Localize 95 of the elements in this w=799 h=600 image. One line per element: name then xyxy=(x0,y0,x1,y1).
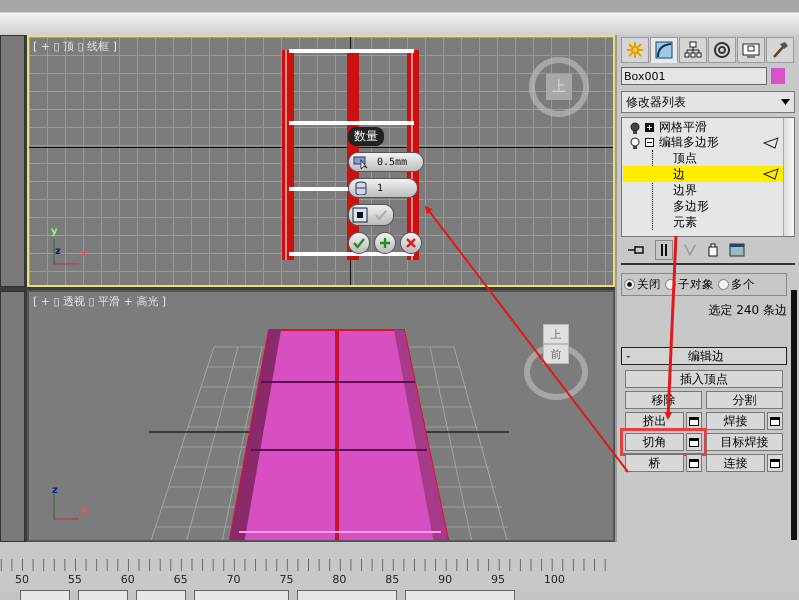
settings-button[interactable] xyxy=(767,412,783,430)
radio-option[interactable]: 子对象 xyxy=(665,277,714,292)
frame-number: 55 xyxy=(68,573,82,586)
frame-number: 90 xyxy=(438,573,452,586)
pin-icon[interactable] xyxy=(627,243,645,257)
triangle-icon xyxy=(763,136,779,148)
axis-label: y xyxy=(51,227,58,237)
spinner-field[interactable]: 1 xyxy=(348,178,418,198)
subobject-item[interactable]: 多边形 xyxy=(653,198,783,214)
hierarchy-icon xyxy=(684,41,702,59)
frame-number: 95 xyxy=(491,573,506,586)
panel-tab[interactable] xyxy=(766,37,794,63)
frame-number: 80 xyxy=(332,573,346,586)
stack-item[interactable]: 网格平滑 xyxy=(622,120,783,135)
panel-tab[interactable] xyxy=(737,37,765,63)
subobject-item[interactable]: 边界 xyxy=(653,182,783,198)
stack-item[interactable]: 编辑多边形 xyxy=(622,135,783,150)
bars-icon[interactable] xyxy=(659,243,669,257)
tool-button[interactable]: 插入顶点 xyxy=(625,370,783,388)
window-icon xyxy=(770,416,780,426)
coordinate-field[interactable] xyxy=(20,590,70,600)
scrollbar[interactable] xyxy=(791,290,797,540)
target-icon xyxy=(713,41,731,59)
collapse-icon xyxy=(645,138,654,147)
tool-button[interactable]: 桥 xyxy=(625,454,684,472)
caddy-title: 数量 xyxy=(348,127,384,146)
bin-icon[interactable] xyxy=(707,243,719,257)
radio-option[interactable]: 关闭 xyxy=(624,277,661,292)
cancel-button[interactable] xyxy=(400,232,422,254)
cube-face[interactable]: 前 xyxy=(543,344,569,364)
coordinate-field[interactable] xyxy=(136,590,186,600)
axis-label: z xyxy=(55,247,61,257)
axis-label: z xyxy=(52,486,58,496)
grid-icon xyxy=(352,207,368,223)
subobject-item[interactable]: 边 xyxy=(623,166,783,182)
lightbulb-icon xyxy=(630,122,640,134)
subobject-item[interactable]: 元素 xyxy=(653,214,783,230)
settings-button[interactable] xyxy=(686,454,702,472)
scrollbar[interactable] xyxy=(783,118,794,236)
window-icon xyxy=(689,458,699,468)
frame-number: 65 xyxy=(174,573,188,586)
settings-button[interactable] xyxy=(686,433,702,451)
frame-number: 75 xyxy=(279,573,294,586)
key-mode-field[interactable] xyxy=(297,590,397,600)
axis-label: x xyxy=(81,249,88,259)
rollout-header[interactable]: - 编辑边 xyxy=(621,347,787,365)
settings-button[interactable] xyxy=(767,454,783,472)
close-icon xyxy=(405,237,417,249)
sun-icon xyxy=(626,41,644,59)
frame-number: 100 xyxy=(544,573,565,586)
triangle-icon xyxy=(763,168,779,180)
caret-icon xyxy=(781,99,790,105)
check-icon xyxy=(353,237,365,249)
cylinder-icon xyxy=(353,181,369,195)
spinner-field[interactable]: 0.5mm xyxy=(348,152,424,172)
frame-number: 85 xyxy=(385,573,400,586)
modifier-list-dropdown[interactable]: 修改器列表 xyxy=(621,91,795,113)
axis-label: x xyxy=(81,506,88,516)
configure-icon[interactable] xyxy=(729,243,745,257)
lightbulb-icon xyxy=(630,136,640,148)
option-toggle[interactable] xyxy=(348,204,394,226)
coordinate-field[interactable] xyxy=(78,590,128,600)
axis-tripod-icon xyxy=(51,492,81,522)
panel-tab[interactable] xyxy=(679,37,707,63)
curve-icon xyxy=(655,41,673,59)
frame-number: 70 xyxy=(226,573,241,586)
time-ruler[interactable]: 50 55 60 65 70 75 80 85 90 95 100 xyxy=(0,542,615,590)
check-icon xyxy=(374,209,388,221)
bevel-icon xyxy=(353,155,369,169)
object-name-field[interactable]: Box001 xyxy=(621,67,767,85)
tool-button[interactable]: 焊接 xyxy=(706,412,765,430)
selection-dropdown[interactable] xyxy=(405,590,515,600)
frame-number: 50 xyxy=(15,573,29,586)
window-icon xyxy=(689,416,699,426)
frame-number: 60 xyxy=(120,573,135,586)
window-icon xyxy=(689,438,699,446)
radio-option[interactable]: 多个 xyxy=(718,277,755,292)
apply-button[interactable] xyxy=(374,232,396,254)
hammer-icon xyxy=(771,41,789,59)
plus-icon xyxy=(379,237,391,249)
expand-icon xyxy=(645,123,654,132)
viewport[interactable]: [ + ▯ 透视 ▯ 平滑 + 高光 ] 上 前 z x xyxy=(27,290,615,542)
subobject-item[interactable]: 顶点 xyxy=(653,150,783,166)
axis-tripod-icon xyxy=(51,237,81,267)
object-color-swatch[interactable] xyxy=(771,68,785,84)
tool-button[interactable]: 分割 xyxy=(706,391,783,409)
selection-info-text: 选定 240 条边 xyxy=(707,302,787,319)
panel-tab[interactable] xyxy=(650,37,678,63)
panel-tab[interactable] xyxy=(708,37,736,63)
window-icon xyxy=(770,458,780,468)
cube-face[interactable]: 上 xyxy=(543,324,569,344)
tool-button[interactable]: 连接 xyxy=(706,454,765,472)
tool-button[interactable]: 切角 xyxy=(625,433,684,451)
monitor-icon xyxy=(742,41,760,59)
tool-button[interactable]: 目标焊接 xyxy=(706,433,783,451)
